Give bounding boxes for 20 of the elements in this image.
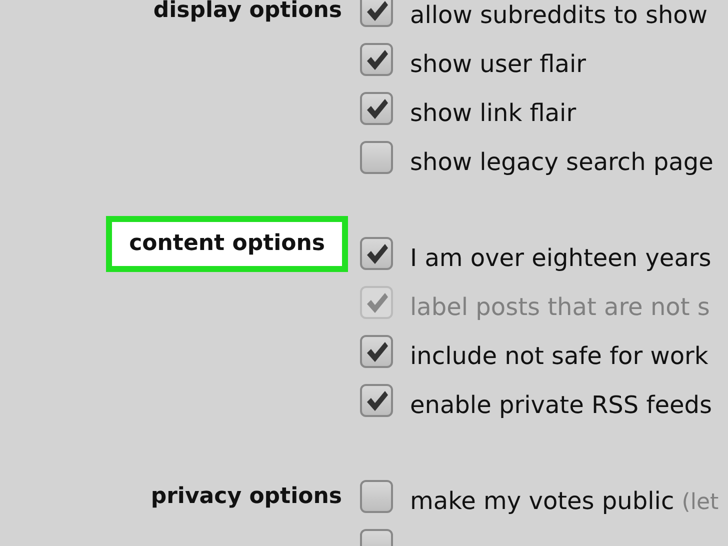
option-label: make my votes public (let [410,486,719,516]
checkbox[interactable] [360,43,393,76]
checkbox[interactable] [360,237,393,270]
highlighted-section-title: content options [106,216,348,272]
option-label: I am over eighteen years [410,243,712,272]
checkbox[interactable] [360,141,393,174]
option-label: show link flair [410,98,576,126]
checkbox[interactable] [360,384,393,417]
option-label: show user flair [410,49,586,78]
checkbox[interactable] [360,480,393,513]
option-label: allow subreddits to show [410,0,708,28]
checkbox[interactable] [360,92,393,125]
section-title: display options [153,0,342,22]
section-title: privacy options [150,483,342,508]
checkbox[interactable] [360,0,393,27]
option-label: include not safe for work [410,341,708,370]
option-label: show legacy search page [410,147,714,176]
option-label: enable private RSS feeds [410,390,712,418]
checkbox[interactable] [360,335,393,368]
option-label: label posts that are not s [410,292,710,320]
